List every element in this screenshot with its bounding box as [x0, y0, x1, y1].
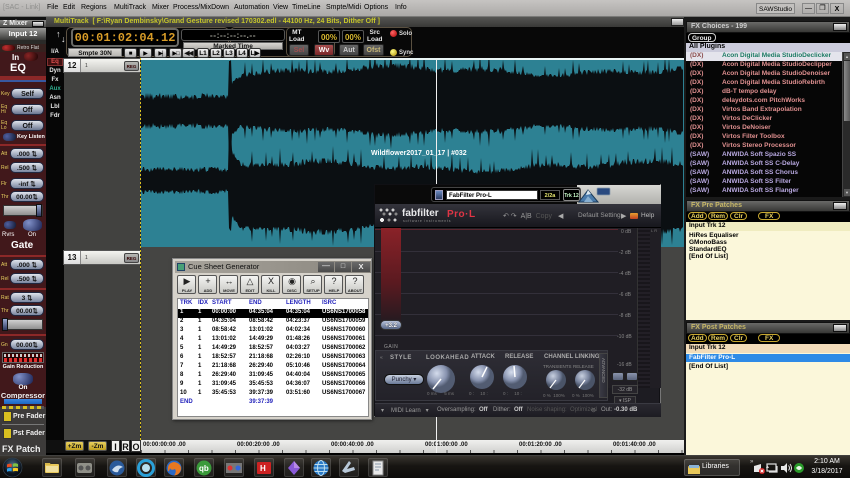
svg-text:H: H [260, 464, 266, 473]
svg-text:qb: qb [199, 464, 209, 473]
